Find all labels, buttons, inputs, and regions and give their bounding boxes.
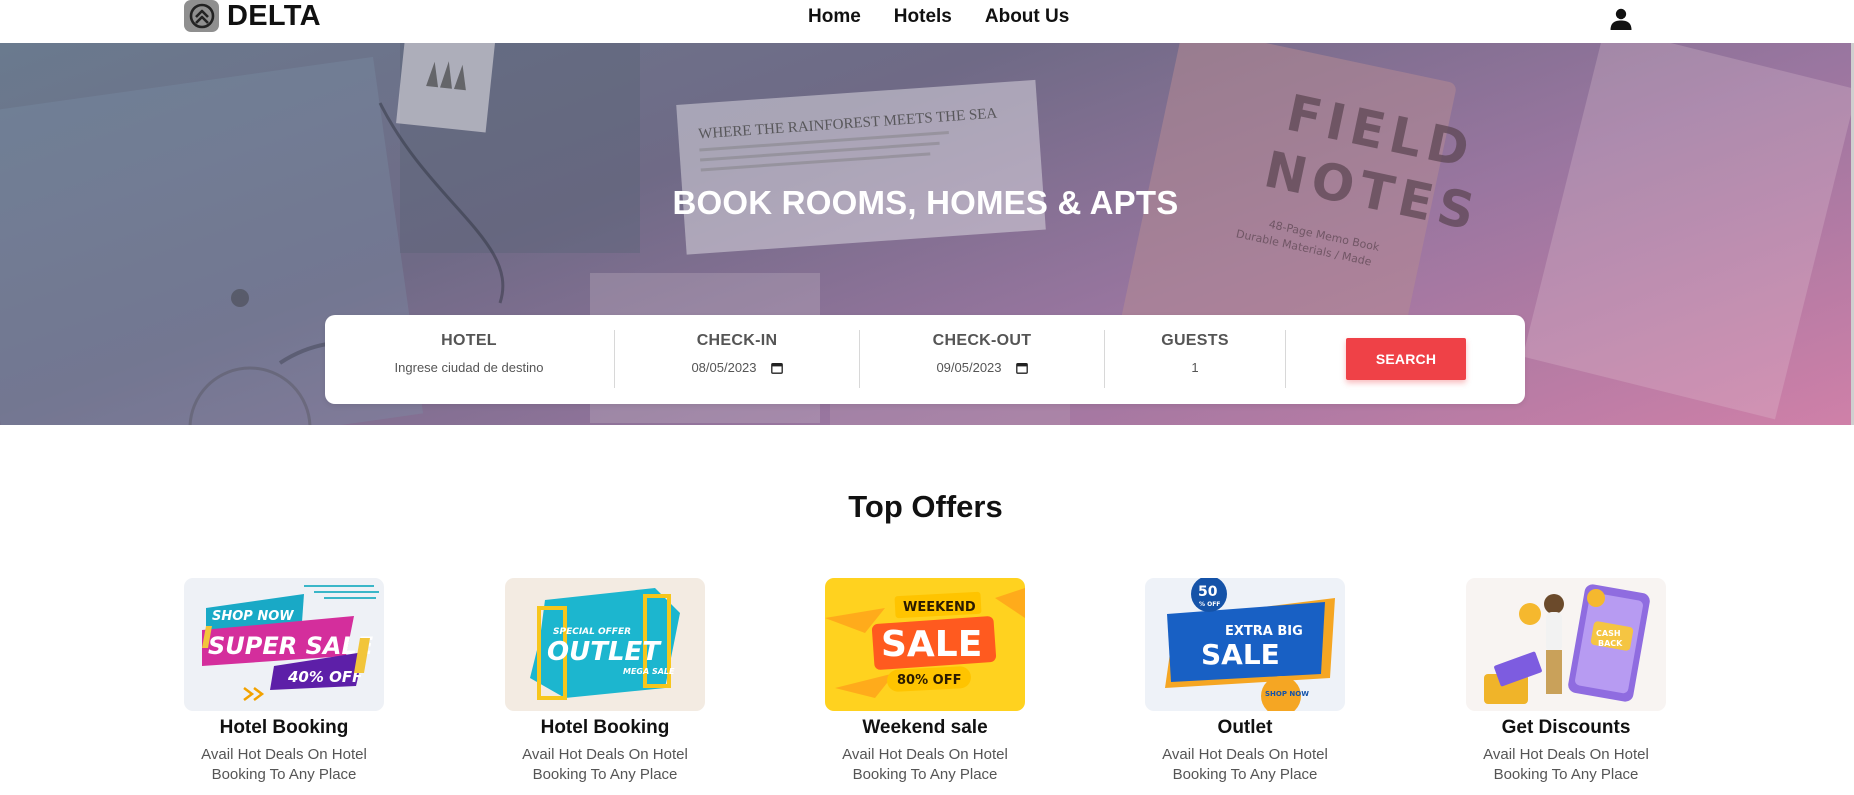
brand[interactable]: DELTA	[184, 0, 321, 32]
offer-image-outlet: SPECIAL OFFER OUTLET MEGA SALE	[505, 578, 705, 711]
checkin-date-value: 08/05/2023	[691, 360, 757, 375]
offer-3-text-weekend: WEEKEND	[903, 600, 976, 615]
checkin-label: CHECK-IN	[696, 332, 778, 349]
guests-label: GUESTS	[1161, 332, 1229, 349]
hero-title: BOOK ROOMS, HOMES & APTS	[672, 184, 1179, 221]
guests-field[interactable]: GUESTS 1	[1105, 315, 1285, 404]
hotel-field[interactable]: HOTEL Ingrese ciudad de destino	[325, 315, 613, 404]
offer-4-title: Outlet	[1217, 717, 1273, 738]
offer-3-text-80-off: 80% OFF	[897, 673, 961, 688]
offer-card-outlet-big-sale[interactable]: 50 % OFF EXTRA BIG SALE SHOP NOW Outlet …	[1145, 578, 1345, 785]
guests-input[interactable]: 1	[1105, 360, 1285, 375]
calendar-icon[interactable]	[1015, 362, 1028, 374]
checkout-label: CHECK-OUT	[932, 332, 1032, 349]
offer-card-outlet[interactable]: SPECIAL OFFER OUTLET MEGA SALE Hotel Boo…	[505, 578, 705, 785]
main-nav: Home Hotels About Us	[808, 6, 1102, 28]
offer-4-text-percent-off: % OFF	[1199, 601, 1220, 608]
delta-chevron-logo-icon	[184, 0, 219, 32]
offer-4-text-50: 50	[1198, 584, 1218, 600]
offer-2-description: Avail Hot Deals On Hotel Booking To Any …	[522, 746, 688, 783]
checkout-field[interactable]: CHECK-OUT 09/05/2023	[860, 315, 1104, 404]
offer-card-get-discounts[interactable]: CASH BACK Get Discounts Avail Hot Deals …	[1466, 578, 1666, 785]
hotel-label: HOTEL	[441, 332, 497, 349]
offer-card-weekend-sale[interactable]: WEEKEND SALE 80% OFF Weekend sale Avail …	[825, 578, 1025, 785]
offer-4-text-sale: SALE	[1201, 638, 1280, 671]
offer-2-title: Hotel Booking	[540, 717, 670, 738]
section-title-top-offers: Top Offers	[848, 489, 1003, 524]
checkin-field[interactable]: CHECK-IN 08/05/2023	[615, 315, 859, 404]
offer-3-text-sale: SALE	[881, 624, 982, 665]
navbar: DELTA Home Hotels About Us	[0, 0, 1854, 43]
calendar-icon[interactable]	[770, 362, 783, 374]
offer-4-description: Avail Hot Deals On Hotel Booking To Any …	[1162, 746, 1328, 783]
nav-link-home[interactable]: Home	[808, 6, 861, 28]
field-divider	[1285, 330, 1286, 388]
offer-image-extra-big-sale: 50 % OFF EXTRA BIG SALE SHOP NOW	[1145, 578, 1345, 711]
offer-4-text-shop-now: SHOP NOW	[1265, 690, 1309, 698]
offer-5-description: Avail Hot Deals On Hotel Booking To Any …	[1483, 746, 1649, 783]
checkout-date-value: 09/05/2023	[936, 360, 1002, 375]
nav-link-hotels[interactable]: Hotels	[894, 6, 952, 28]
offer-5-text-cash: CASH	[1596, 629, 1621, 638]
offer-5-title: Get Discounts	[1501, 717, 1631, 738]
user-icon[interactable]	[1609, 8, 1633, 30]
offer-2-text-outlet: OUTLET	[547, 637, 662, 667]
offer-image-cash-back: CASH BACK	[1466, 578, 1666, 711]
booking-search-bar: HOTEL Ingrese ciudad de destino CHECK-IN…	[325, 315, 1525, 404]
offer-image-weekend-sale: WEEKEND SALE 80% OFF	[825, 578, 1025, 711]
offer-1-title: Hotel Booking	[219, 717, 349, 738]
checkin-date-input[interactable]: 08/05/2023	[691, 360, 783, 375]
nav-link-about-us[interactable]: About Us	[985, 6, 1069, 28]
destination-input[interactable]: Ingrese ciudad de destino	[325, 360, 613, 375]
hero-banner: WHERE THE RAINFOREST MEETS THE SEA FIELD…	[0, 43, 1851, 425]
offer-2-text-mega-sale: MEGA SALE	[623, 667, 675, 676]
offer-5-text-back: BACK	[1598, 639, 1623, 648]
offer-card-super-sale[interactable]: SHOP NOW SUPER SALE 40% OFF Hotel Bookin…	[184, 578, 384, 785]
search-button[interactable]: SEARCH	[1346, 338, 1466, 380]
offer-3-title: Weekend sale	[862, 717, 988, 738]
offer-1-text-shop-now: SHOP NOW	[212, 609, 294, 624]
offer-1-description: Avail Hot Deals On Hotel Booking To Any …	[201, 746, 367, 783]
offer-3-description: Avail Hot Deals On Hotel Booking To Any …	[842, 746, 1008, 783]
offer-2-text-special-offer: SPECIAL OFFER	[553, 627, 631, 637]
offer-4-text-extra-big: EXTRA BIG	[1225, 624, 1303, 639]
offer-image-super-sale: SHOP NOW SUPER SALE 40% OFF	[184, 578, 384, 711]
checkout-date-input[interactable]: 09/05/2023	[936, 360, 1028, 375]
offer-1-text-40-off: 40% OFF	[287, 668, 363, 686]
brand-name: DELTA	[227, 0, 321, 32]
